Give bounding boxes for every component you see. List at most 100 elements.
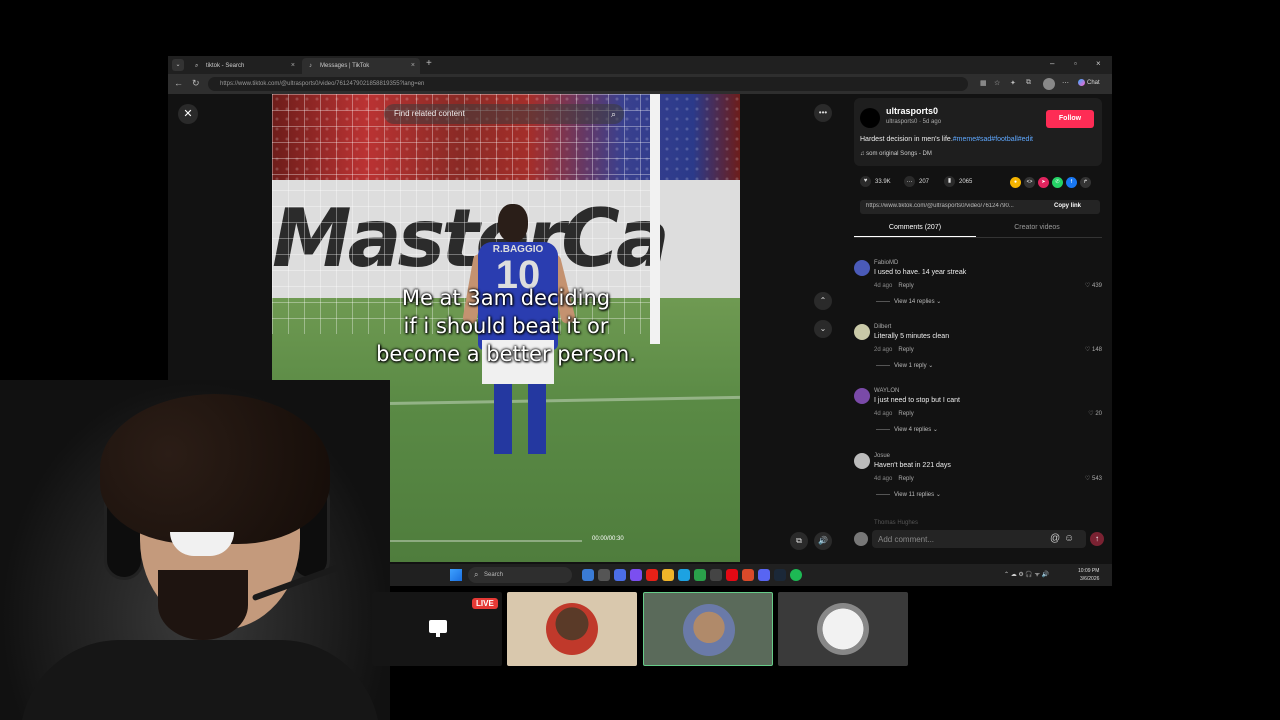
side-panel: ultrasports0 ultrasports0 · 5d ago Follo… — [854, 94, 1112, 574]
collections-icon[interactable]: ⧉ — [1026, 79, 1031, 87]
system-tray[interactable]: ⌃ ☁ ⚙ 🎧 ᯤ 🔊 — [1004, 570, 1049, 578]
next-video-icon[interactable]: ⌄ — [814, 320, 832, 338]
comment-age: 2d ago — [874, 347, 893, 353]
send-icon[interactable]: ➤ — [1038, 177, 1049, 188]
xbox-app-icon[interactable] — [694, 569, 706, 581]
more-menu-icon[interactable]: ⋯ — [1062, 79, 1069, 87]
facebook-icon[interactable]: f — [1066, 177, 1077, 188]
close-tab-icon[interactable]: × — [411, 62, 415, 69]
teams-app-icon[interactable] — [614, 569, 626, 581]
minimize-button[interactable]: – — [1050, 59, 1054, 68]
participant-tile-screen[interactable]: LIVE — [372, 592, 502, 666]
caption-line: if i should beat it or — [403, 314, 609, 338]
view-replies-button[interactable]: View 14 replies ⌄ — [876, 298, 941, 305]
reply-button[interactable]: Reply — [898, 411, 913, 417]
tab-creator-videos[interactable]: Creator videos — [976, 224, 1098, 236]
url-field[interactable]: https://www.tiktok.com/@ultrasports0/vid… — [208, 77, 968, 91]
reply-button[interactable]: Reply — [898, 283, 913, 289]
file-explorer-icon[interactable] — [662, 569, 674, 581]
refresh-icon[interactable]: ↻ — [192, 78, 200, 89]
view-replies-button[interactable]: View 4 replies ⌄ — [876, 426, 938, 433]
comment-avatar[interactable] — [854, 453, 870, 469]
favorite-icon[interactable]: ☆ — [994, 79, 1000, 87]
profile-avatar[interactable] — [1043, 78, 1055, 90]
task-view-icon[interactable] — [598, 569, 610, 581]
find-related-search[interactable]: Find related content ⌕ — [384, 104, 624, 124]
netflix-app-icon[interactable] — [726, 569, 738, 581]
whatsapp-icon[interactable]: ✆ — [1052, 177, 1063, 188]
copilot-chat-button[interactable]: Chat — [1078, 79, 1100, 86]
teams-app-icon-2[interactable] — [630, 569, 642, 581]
tab-label: tiktok - Search — [206, 63, 245, 69]
tab-comments[interactable]: Comments (207) — [854, 224, 976, 237]
previous-video-icon[interactable]: ⌃ — [814, 292, 832, 310]
embed-icon[interactable]: <> — [1024, 177, 1035, 188]
address-bar: ← ↻ https://www.tiktok.com/@ultrasports0… — [168, 74, 1112, 94]
tab-messages-tiktok[interactable]: ♪ Messages | TikTok × — [302, 58, 420, 74]
taskbar-clock[interactable]: 10:09 PM 3/6/2026 — [1078, 567, 1099, 583]
game-app-icon[interactable] — [742, 569, 754, 581]
reader-icon[interactable]: ▦ — [980, 79, 987, 87]
sound-link[interactable]: ♫ som original Songs - DM — [860, 151, 932, 157]
edge-app-icon[interactable] — [678, 569, 690, 581]
comment-user[interactable]: Dilbert — [874, 324, 891, 330]
tab-menu-button[interactable]: ⌄ — [172, 59, 184, 71]
copilot-app-icon[interactable] — [582, 569, 594, 581]
close-tab-icon[interactable]: × — [291, 62, 295, 69]
comment-avatar[interactable] — [854, 324, 870, 340]
comment-button[interactable]: … 207 — [904, 176, 929, 187]
follow-button[interactable]: Follow — [1046, 110, 1094, 128]
spotify-app-icon[interactable] — [790, 569, 802, 581]
youtube-app-icon[interactable] — [646, 569, 658, 581]
comment-like-button[interactable]: ♡ 543 — [1085, 475, 1102, 482]
comment-avatar[interactable] — [854, 260, 870, 276]
share-arrow-icon[interactable]: ↱ — [1080, 177, 1091, 188]
participant-tile-active[interactable] — [643, 592, 773, 666]
like-button[interactable]: ♥ 33.9K — [860, 176, 891, 187]
comment-item: WAYLON I just need to stop but I cant 4d… — [854, 388, 1104, 448]
extensions-icon[interactable]: ✦ — [1010, 79, 1016, 87]
volume-icon[interactable]: 🔊 — [814, 532, 832, 550]
maximize-button[interactable]: ▫ — [1074, 59, 1077, 68]
view-replies-button[interactable]: View 11 replies ⌄ — [876, 491, 941, 498]
comment-like-button[interactable]: ♡ 439 — [1085, 282, 1102, 289]
creator-name[interactable]: ultrasports0 — [886, 106, 938, 116]
more-options-icon[interactable]: ••• — [814, 104, 832, 122]
copy-link-button[interactable]: Copy link — [1054, 203, 1081, 209]
creator-avatar[interactable] — [860, 108, 880, 128]
comment-like-count: 20 — [1095, 411, 1102, 417]
discord-app-icon[interactable] — [758, 569, 770, 581]
comment-avatar[interactable] — [854, 388, 870, 404]
participant-tile[interactable] — [507, 592, 637, 666]
new-tab-button[interactable]: + — [426, 58, 432, 69]
comment-like-button[interactable]: ♡ 148 — [1085, 346, 1102, 353]
emoji-icon[interactable]: ☺ — [1064, 533, 1074, 544]
mention-icon[interactable]: @ — [1050, 533, 1060, 544]
participant-tile[interactable] — [778, 592, 908, 666]
comment-user[interactable]: FabioMD — [874, 260, 898, 266]
reply-button[interactable]: Reply — [898, 347, 913, 353]
taskbar-search[interactable]: Search — [468, 567, 572, 583]
send-comment-button[interactable]: ↑ — [1090, 532, 1104, 546]
store-app-icon[interactable] — [710, 569, 722, 581]
coin-icon[interactable]: ● — [1010, 177, 1021, 188]
close-window-button[interactable]: × — [1096, 59, 1101, 68]
reply-button[interactable]: Reply — [898, 476, 913, 482]
comment-age: 4d ago — [874, 283, 893, 289]
comment-like-button[interactable]: ♡ 20 — [1088, 410, 1102, 417]
post-hashtags[interactable]: #meme#sad#football#edit — [953, 136, 1033, 143]
windows-start-icon[interactable] — [450, 569, 462, 581]
back-icon[interactable]: ← — [174, 78, 183, 88]
tab-tiktok-search[interactable]: ⌕ tiktok - Search × — [188, 58, 300, 74]
comment-icon: … — [904, 176, 915, 187]
share-link-text: https://www.tiktok.com/@ultrasports0/vid… — [866, 203, 1014, 209]
comment-meta: 2d ago Reply — [874, 347, 914, 353]
close-video-button[interactable]: ✕ — [178, 104, 198, 124]
video-progress-bar[interactable] — [382, 540, 582, 542]
comment-user[interactable]: Josue — [874, 453, 890, 459]
pip-icon[interactable]: ⧉ — [790, 532, 808, 550]
comment-user[interactable]: WAYLON — [874, 388, 899, 394]
steam-app-icon[interactable] — [774, 569, 786, 581]
view-replies-button[interactable]: View 1 reply ⌄ — [876, 362, 933, 369]
save-button[interactable]: ▮ 2065 — [944, 176, 972, 187]
